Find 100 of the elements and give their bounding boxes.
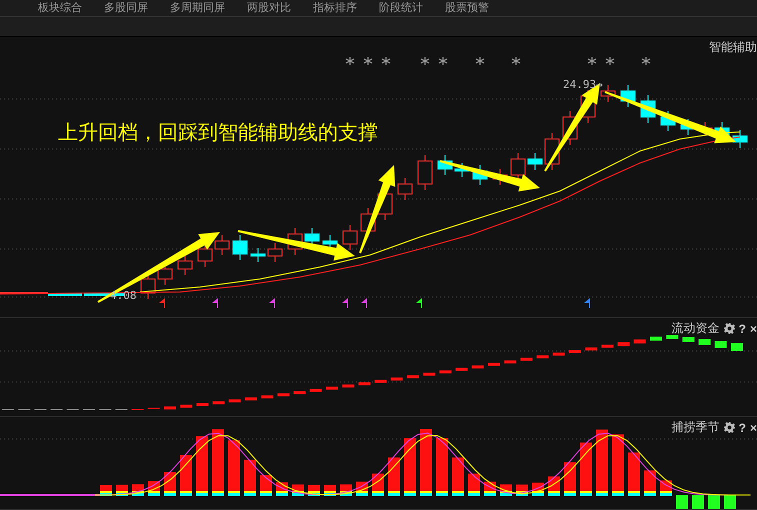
- histogram-bar: [180, 454, 192, 496]
- flow-bar: [407, 375, 419, 378]
- flow-bar: [374, 380, 387, 383]
- candlestick: [232, 234, 248, 260]
- flow-bar: [342, 384, 354, 388]
- flag-icon: [269, 298, 275, 308]
- histogram-bar: [516, 484, 528, 496]
- arrow-icon: [98, 232, 220, 303]
- histogram-bar: [388, 457, 400, 496]
- candlestick: [198, 242, 212, 268]
- histogram-bar: [692, 495, 704, 509]
- histogram-bar: [724, 495, 736, 509]
- histogram-bar: [612, 434, 624, 496]
- histogram-bar: [196, 436, 208, 496]
- tab[interactable]: 两股对比: [247, 0, 291, 16]
- asterisk-icon: [588, 57, 596, 65]
- tab[interactable]: 阶段统计: [379, 0, 423, 16]
- histogram-bar: [628, 452, 640, 496]
- price-label: 4.08: [110, 289, 136, 302]
- flow-bar: [390, 378, 403, 381]
- candlestick: [398, 178, 412, 200]
- flow-bar: [472, 365, 484, 368]
- histogram-bar: [548, 476, 560, 496]
- histogram-bar: [500, 484, 512, 496]
- flow-bar: [164, 406, 176, 410]
- candlestick: [528, 152, 542, 170]
- flow-bar: [520, 358, 532, 361]
- settings-icon[interactable]: [724, 323, 735, 334]
- flow-bar: [488, 362, 500, 366]
- asterisk-icon: [382, 57, 390, 65]
- flow-bar: [714, 341, 727, 348]
- histogram-bar: [212, 429, 224, 496]
- flow-bar: [310, 388, 322, 392]
- flow-bar: [261, 395, 274, 398]
- histogram-bar: [324, 484, 336, 496]
- flow-bar: [666, 335, 678, 339]
- asterisk-icon: [364, 57, 372, 65]
- histogram-bar: [132, 484, 144, 496]
- flow-bar: [552, 352, 565, 356]
- flag-icon: [584, 298, 590, 308]
- flow-bar: [650, 336, 662, 341]
- flag-icon: [416, 298, 422, 308]
- tab[interactable]: 多股同屏: [104, 0, 148, 16]
- flow-bar: [196, 403, 208, 406]
- close-button[interactable]: ×: [750, 322, 757, 336]
- tab[interactable]: 板块综合: [38, 0, 82, 16]
- asterisk-icon: [512, 57, 520, 65]
- histogram-bar: [484, 482, 496, 496]
- flow-bar: [536, 355, 549, 358]
- tab[interactable]: 多周期同屏: [170, 0, 225, 16]
- histogram-bar: [292, 484, 304, 496]
- close-button[interactable]: ×: [750, 420, 757, 434]
- histogram-bar: [244, 460, 256, 496]
- histogram-bar: [100, 484, 112, 496]
- candlestick: [178, 254, 192, 276]
- arrow-icon: [359, 165, 396, 254]
- histogram-bar: [260, 475, 272, 496]
- chart-annotation: 上升回档，回踩到智能辅助线的支撑: [58, 119, 378, 146]
- asterisk-icon: [420, 57, 430, 65]
- candlestick: [732, 130, 748, 148]
- histogram-bar: [468, 474, 480, 496]
- flow-bar: [569, 350, 581, 354]
- flow-bar: [277, 393, 290, 396]
- histogram-bar: [580, 442, 592, 496]
- histogram-bar: [276, 482, 288, 496]
- candlestick: [250, 248, 266, 262]
- settings-icon[interactable]: [724, 422, 735, 433]
- panel-title: 捕捞季节: [672, 419, 720, 436]
- histogram-bar: [436, 438, 448, 496]
- arrow-icon: [238, 230, 355, 261]
- flow-bar: [423, 372, 436, 376]
- histogram-bar: [532, 482, 544, 496]
- histogram-bar: [356, 482, 368, 496]
- flow-bar: [456, 368, 468, 371]
- histogram-bar: [676, 495, 688, 509]
- flow-bar: [439, 370, 452, 374]
- candlestick: [342, 224, 358, 250]
- panel-title: 智能辅助: [709, 39, 757, 56]
- flow-bar: [504, 360, 516, 364]
- arrow-icon: [604, 91, 736, 144]
- help-button[interactable]: ?: [738, 322, 746, 336]
- flow-bar: [634, 339, 646, 344]
- histogram-bar: [308, 484, 320, 496]
- flag-icon: [159, 298, 165, 308]
- flow-bar: [228, 399, 241, 402]
- tab[interactable]: 股票预警: [445, 0, 489, 16]
- arrow-icon: [440, 160, 540, 192]
- help-button[interactable]: ?: [738, 420, 746, 434]
- histogram-bar: [564, 462, 576, 496]
- flow-bar: [212, 401, 225, 404]
- tab[interactable]: 指标排序: [313, 0, 357, 16]
- flow-bar: [601, 344, 614, 348]
- candlestick: [214, 234, 230, 256]
- candlestick: [418, 154, 432, 190]
- asterisk-icon: [606, 57, 614, 65]
- flow-bar: [618, 342, 630, 346]
- flow-bar: [358, 382, 370, 386]
- asterisk-icon: [642, 57, 650, 65]
- asterisk-icon: [346, 57, 354, 65]
- histogram-bar: [228, 440, 240, 496]
